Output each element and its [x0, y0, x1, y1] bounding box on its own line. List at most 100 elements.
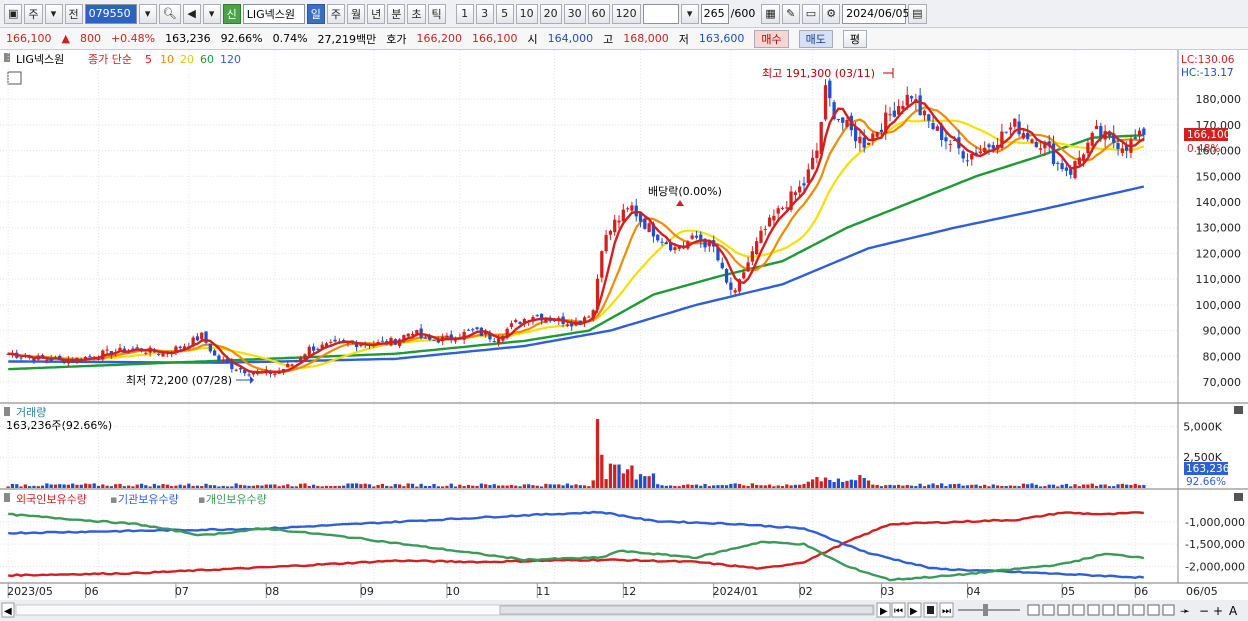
- code-dropdown-icon[interactable]: ▾: [138, 3, 157, 24]
- date-input[interactable]: 2024/06/05: [842, 3, 910, 24]
- save-icon[interactable]: ▭: [801, 3, 821, 24]
- period-tick[interactable]: 틱: [427, 3, 446, 24]
- candle-body: [221, 359, 225, 362]
- candle-body: [471, 329, 475, 331]
- volume-bar: [187, 483, 191, 488]
- candle-body: [798, 186, 802, 193]
- speaker-icon[interactable]: ◀: [182, 3, 201, 24]
- chevron-down-icon[interactable]: ▾: [44, 3, 63, 24]
- time-tick-label: 10: [446, 585, 460, 598]
- period-second[interactable]: 초: [407, 3, 426, 24]
- holding-legend-institution: 기관보유수량: [118, 493, 179, 506]
- image-icon[interactable]: [1102, 604, 1115, 616]
- volume-bar: [991, 484, 995, 488]
- volume-bar: [406, 483, 410, 488]
- sell-button[interactable]: 매도: [798, 29, 833, 48]
- volume-bar: [303, 483, 307, 488]
- volume-bar: [131, 486, 135, 488]
- volume-bar: [595, 419, 600, 488]
- volume-bar: [1069, 486, 1073, 488]
- candle-body: [858, 136, 862, 144]
- text-size-icon[interactable]: A: [1229, 604, 1238, 618]
- zoom-in-icon[interactable]: +: [1213, 604, 1223, 618]
- lc-label: LC:130.06: [1181, 54, 1235, 66]
- time-tick-label: 05: [1061, 585, 1075, 598]
- ask-price: 166,200: [416, 32, 463, 45]
- count-input[interactable]: 265: [700, 3, 729, 24]
- volume-bar: [83, 483, 88, 488]
- volume-bar: [1060, 484, 1064, 488]
- nav-dropdown-icon[interactable]: ▾: [202, 3, 221, 24]
- scroll-thumb[interactable]: [499, 605, 874, 615]
- pan-left-icon[interactable]: ➛: [1180, 604, 1190, 618]
- compare-icon[interactable]: [1042, 604, 1055, 616]
- export-icon[interactable]: [1087, 604, 1100, 616]
- interval-10[interactable]: 10: [515, 3, 538, 24]
- interval-30[interactable]: 30: [563, 3, 586, 24]
- period-minute[interactable]: 분: [387, 3, 406, 24]
- volume-bar: [238, 484, 243, 488]
- high-label: 고: [603, 32, 614, 46]
- period-daily[interactable]: 일: [306, 3, 325, 24]
- candle-body: [742, 272, 746, 279]
- period-weekly[interactable]: 주: [326, 3, 345, 24]
- custom-interval-input[interactable]: [642, 3, 679, 24]
- settings-small-icon[interactable]: [1132, 604, 1145, 616]
- volume-handle-icon[interactable]: [4, 407, 10, 416]
- candle-body: [195, 336, 200, 341]
- memo-icon[interactable]: [1147, 604, 1160, 616]
- holding-tick-label: -2,000,000: [1185, 560, 1245, 573]
- holding-panel-close-icon[interactable]: [1234, 493, 1243, 501]
- prev-button[interactable]: 전: [64, 3, 83, 24]
- volume-bar: [755, 484, 759, 488]
- stock-chart[interactable]: LIG넥스원 종가 단순 5 10 20 60 120 LC:130.06 HC…: [0, 50, 1248, 621]
- volume-panel-close-icon[interactable]: [1234, 406, 1243, 414]
- volume-bar: [6, 486, 10, 488]
- candle-body: [238, 368, 243, 370]
- interval-20[interactable]: 20: [539, 3, 562, 24]
- interval-3[interactable]: 3: [475, 3, 494, 24]
- volume-bar: [324, 485, 329, 488]
- reset-icon[interactable]: [1162, 604, 1175, 616]
- interval-120[interactable]: 120: [611, 3, 641, 24]
- indicator-icon[interactable]: [1117, 604, 1130, 616]
- candle-body: [694, 235, 699, 238]
- candle-body: [892, 110, 896, 117]
- window-split-icon[interactable]: [1057, 604, 1070, 616]
- holding-handle-icon[interactable]: [4, 493, 10, 502]
- interval-1[interactable]: 1: [455, 3, 474, 24]
- stock-code-input[interactable]: 079550: [84, 3, 137, 24]
- buy-button[interactable]: 매수: [754, 29, 789, 48]
- volume-bar: [776, 485, 780, 488]
- interval-5[interactable]: 5: [495, 3, 514, 24]
- draw-tool-icon[interactable]: ✎: [781, 3, 800, 24]
- period-yearly[interactable]: 년: [367, 3, 386, 24]
- candle-body: [135, 347, 139, 349]
- period-monthly[interactable]: 월: [347, 3, 366, 24]
- print-icon[interactable]: [1072, 604, 1085, 616]
- volume-bar: [1112, 486, 1116, 488]
- volume-bar: [264, 484, 268, 488]
- zoom-slider-thumb[interactable]: [983, 604, 988, 616]
- zoom-out-icon[interactable]: −: [1199, 604, 1209, 618]
- volume-bar: [686, 484, 690, 488]
- volume-bar: [987, 486, 991, 488]
- volume-bar: [888, 484, 892, 488]
- panel-handle-icon[interactable]: [4, 53, 10, 62]
- volume-bar: [669, 485, 673, 488]
- search-icon[interactable]: 🔍︎: [158, 3, 181, 24]
- table-toggle-icon[interactable]: [7, 71, 22, 85]
- volume-bar: [1064, 483, 1069, 488]
- interval-dropdown-icon[interactable]: ▾: [680, 3, 699, 24]
- layout-icon[interactable]: [1027, 604, 1040, 616]
- calendar-icon[interactable]: ▤: [908, 3, 927, 24]
- volume-bar: [337, 485, 342, 488]
- gear-icon[interactable]: ⚙: [822, 3, 841, 24]
- eval-button[interactable]: 평: [842, 29, 868, 48]
- market-select[interactable]: 주: [24, 3, 43, 24]
- interval-60[interactable]: 60: [587, 3, 610, 24]
- grid-tool-icon[interactable]: ▦: [761, 3, 780, 24]
- candle-body: [793, 192, 798, 196]
- window-icon[interactable]: ▣: [4, 3, 23, 24]
- price-panel-title: LIG넥스원: [16, 53, 64, 66]
